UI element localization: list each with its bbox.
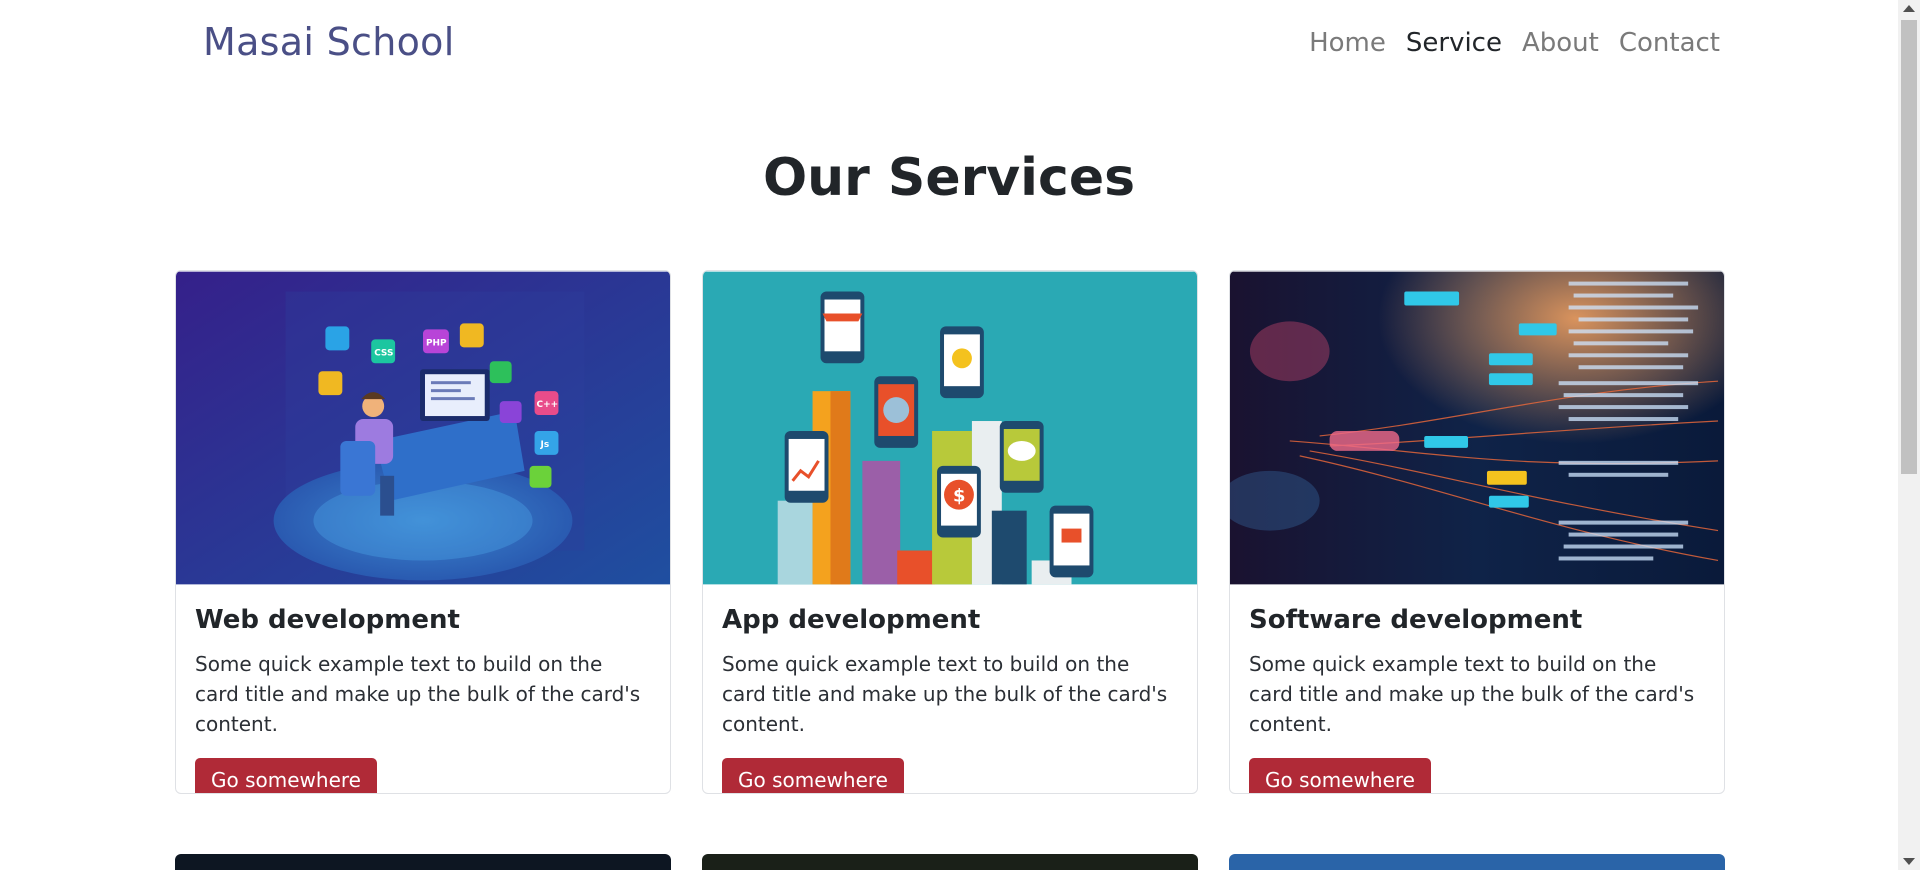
app-development-image: $: [703, 271, 1197, 585]
navbar: Masai School Home Service About Contact: [0, 0, 1898, 90]
go-somewhere-button[interactable]: Go somewhere: [722, 758, 904, 793]
svg-text:C++: C++: [537, 400, 559, 410]
service-card-web: CSS PHP C++ Js Web development Some quic…: [175, 270, 671, 794]
go-somewhere-button[interactable]: Go somewhere: [1249, 758, 1431, 793]
card-text: Some quick example text to build on the …: [195, 652, 641, 736]
svg-text:CSS: CSS: [374, 348, 393, 358]
nav-service[interactable]: Service: [1406, 28, 1502, 58]
section-title: Our Services: [762, 148, 1136, 208]
next-card-image-peek: [1229, 854, 1725, 870]
service-card-software: Software development Some quick example …: [1229, 270, 1725, 794]
scroll-down-arrow-icon[interactable]: [1903, 858, 1915, 865]
svg-text:Js: Js: [540, 440, 550, 450]
scroll-up-arrow-icon[interactable]: [1903, 5, 1915, 12]
web-development-image: CSS PHP C++ Js: [176, 271, 670, 585]
service-card-app: $ App development Some quick example tex…: [702, 270, 1198, 794]
next-card-image-peek: [702, 854, 1198, 870]
nav-contact[interactable]: Contact: [1619, 28, 1720, 58]
card-text: Some quick example text to build on the …: [722, 652, 1168, 736]
go-somewhere-button[interactable]: Go somewhere: [195, 758, 377, 793]
brand-logo-text[interactable]: Masai School: [203, 20, 455, 64]
nav-links: Home Service About Contact: [1309, 28, 1720, 58]
scrollbar-thumb[interactable]: [1901, 20, 1917, 474]
card-title: Web development: [195, 605, 460, 635]
next-card-image-peek: [175, 854, 671, 870]
svg-text:PHP: PHP: [426, 338, 447, 348]
software-development-image: [1230, 271, 1724, 585]
nav-home[interactable]: Home: [1309, 28, 1386, 58]
card-title: Software development: [1249, 605, 1583, 635]
nav-about[interactable]: About: [1522, 28, 1599, 58]
card-title: App development: [722, 605, 981, 635]
svg-text:$: $: [953, 486, 965, 507]
card-text: Some quick example text to build on the …: [1249, 652, 1695, 736]
vertical-scrollbar[interactable]: [1898, 0, 1920, 870]
